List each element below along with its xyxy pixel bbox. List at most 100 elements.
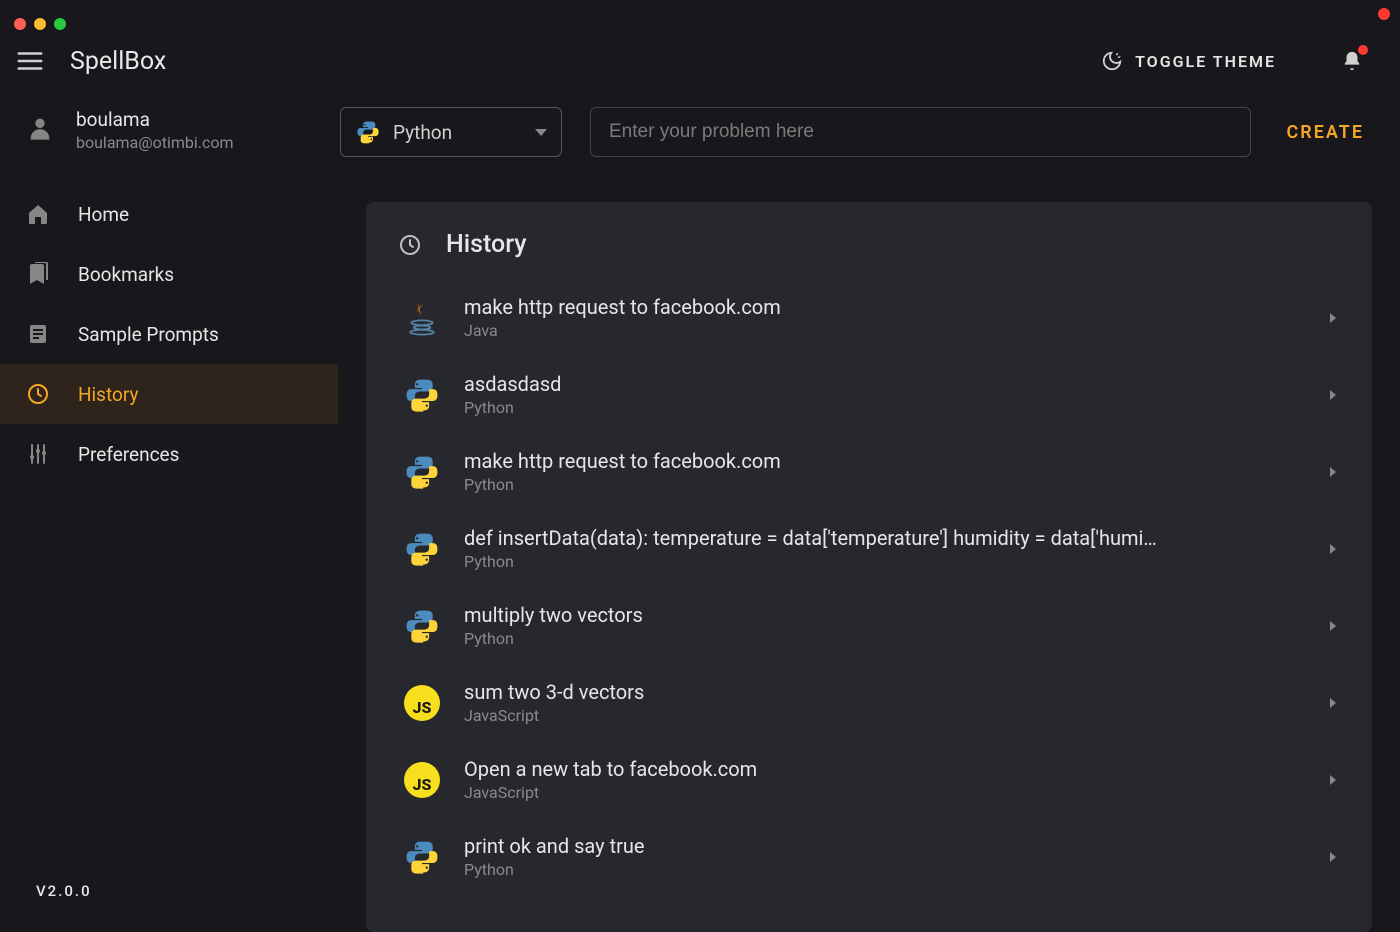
sidebar-item-label: History — [78, 383, 320, 406]
menu-button[interactable] — [8, 39, 52, 83]
chevron-right-icon — [1330, 621, 1336, 631]
prompt-bar: Python CREATE — [338, 100, 1400, 164]
notifications-button[interactable] — [1332, 41, 1372, 81]
recording-indicator-dot — [1378, 8, 1390, 20]
window-close-dot[interactable] — [14, 18, 26, 30]
app-title: SpellBox — [70, 47, 166, 76]
sidebar-nav: Home Bookmarks Sample Prompts History Pr… — [0, 184, 338, 484]
history-item[interactable]: JS Open a new tab to facebook.com JavaScri… — [398, 741, 1340, 818]
chevron-down-icon — [535, 129, 547, 136]
window-minimize-dot[interactable] — [34, 18, 46, 30]
user-block[interactable]: boulama boulama@otimbi.com — [0, 100, 338, 172]
history-item[interactable]: def insertData(data): temperature = data… — [398, 510, 1340, 587]
history-item-text: asdasdasd Python — [464, 372, 1296, 417]
version-label: V2.0.0 — [0, 860, 338, 932]
toggle-theme-button[interactable]: TOGGLE THEME — [1101, 50, 1276, 72]
history-panel: History make http request to facebook.co… — [366, 202, 1372, 932]
history-item-text: make http request to facebook.comJava — [464, 295, 1296, 340]
history-item-language: Python — [464, 475, 1296, 494]
history-item-prompt: make http request to facebook.com — [464, 295, 1296, 319]
user-name: boulama — [76, 108, 234, 131]
history-item-icon: JS — [402, 760, 442, 800]
language-select[interactable]: Python — [340, 107, 562, 157]
history-item-language: JavaScript — [464, 783, 1296, 802]
toggle-theme-label: TOGGLE THEME — [1135, 52, 1276, 71]
python-icon — [403, 530, 441, 568]
history-list: make http request to facebook.comJava asd… — [398, 279, 1340, 895]
chevron-right-icon — [1330, 775, 1336, 785]
create-button[interactable]: CREATE — [1279, 122, 1373, 143]
moon-icon — [1101, 50, 1123, 72]
sidebar-item-preferences[interactable]: Preferences — [0, 424, 338, 484]
history-item-icon — [402, 452, 442, 492]
javascript-icon: JS — [404, 685, 440, 721]
python-icon — [403, 376, 441, 414]
chevron-right-icon — [1330, 467, 1336, 477]
sidebar-item-sample-prompts[interactable]: Sample Prompts — [0, 304, 338, 364]
history-item-prompt: def insertData(data): temperature = data… — [464, 526, 1296, 550]
history-item-icon — [402, 606, 442, 646]
sidebar-item-label: Preferences — [78, 443, 320, 466]
sidebar-item-label: Home — [78, 203, 320, 226]
history-item-prompt: sum two 3-d vectors — [464, 680, 1296, 704]
user-icon — [26, 114, 54, 146]
history-item[interactable]: make http request to facebook.com Python — [398, 433, 1340, 510]
history-item-text: def insertData(data): temperature = data… — [464, 526, 1296, 571]
history-item-prompt: multiply two vectors — [464, 603, 1296, 627]
chevron-right-icon — [1330, 544, 1336, 554]
notification-dot — [1358, 45, 1368, 55]
language-selected-label: Python — [393, 121, 452, 144]
sidebar-item-home[interactable]: Home — [0, 184, 338, 244]
titlebar — [0, 0, 1400, 22]
home-icon — [26, 202, 50, 226]
history-item-icon — [402, 375, 442, 415]
sidebar-item-bookmarks[interactable]: Bookmarks — [0, 244, 338, 304]
history-item[interactable]: print ok and say true Python — [398, 818, 1340, 895]
sidebar-item-label: Bookmarks — [78, 263, 320, 286]
user-email: boulama@otimbi.com — [76, 133, 234, 152]
history-item-text: Open a new tab to facebook.com JavaScript — [464, 757, 1296, 802]
sidebar-item-history[interactable]: History — [0, 364, 338, 424]
history-icon — [26, 382, 50, 406]
history-item-language: Python — [464, 398, 1296, 417]
history-title: History — [446, 230, 527, 259]
prompt-input[interactable] — [590, 107, 1251, 157]
window-traffic-lights — [14, 18, 66, 30]
history-icon — [398, 233, 422, 257]
history-item-language: Python — [464, 629, 1296, 648]
java-icon — [403, 299, 441, 337]
sliders-icon — [26, 442, 50, 466]
history-item[interactable]: JS sum two 3-d vectors JavaScript — [398, 664, 1340, 741]
chevron-right-icon — [1330, 313, 1336, 323]
app-header: SpellBox TOGGLE THEME — [0, 22, 1400, 100]
history-item-language: Python — [464, 552, 1296, 571]
history-item-text: make http request to facebook.com Python — [464, 449, 1296, 494]
history-item-language: Python — [464, 860, 1296, 879]
history-item-text: print ok and say true Python — [464, 834, 1296, 879]
history-item-icon — [402, 837, 442, 877]
document-icon — [26, 322, 50, 346]
history-item-icon — [402, 298, 442, 338]
content-column: Python CREATE History make http request … — [338, 100, 1400, 932]
history-item-prompt: Open a new tab to facebook.com — [464, 757, 1296, 781]
chevron-right-icon — [1330, 852, 1336, 862]
history-item-prompt: asdasdasd — [464, 372, 1296, 396]
history-item-prompt: make http request to facebook.com — [464, 449, 1296, 473]
history-item-icon — [402, 529, 442, 569]
history-item-icon: JS — [402, 683, 442, 723]
python-icon — [355, 119, 381, 145]
sidebar-item-label: Sample Prompts — [78, 323, 320, 346]
main-layout: boulama boulama@otimbi.com Home Bookmark… — [0, 100, 1400, 932]
history-item[interactable]: make http request to facebook.comJava — [398, 279, 1340, 356]
history-item[interactable]: asdasdasd Python — [398, 356, 1340, 433]
python-icon — [403, 453, 441, 491]
javascript-icon: JS — [404, 762, 440, 798]
history-item[interactable]: multiply two vectors Python — [398, 587, 1340, 664]
window-zoom-dot[interactable] — [54, 18, 66, 30]
python-icon — [403, 838, 441, 876]
chevron-right-icon — [1330, 390, 1336, 400]
history-item-text: sum two 3-d vectors JavaScript — [464, 680, 1296, 725]
history-item-language: JavaScript — [464, 706, 1296, 725]
history-item-prompt: print ok and say true — [464, 834, 1296, 858]
chevron-right-icon — [1330, 698, 1336, 708]
